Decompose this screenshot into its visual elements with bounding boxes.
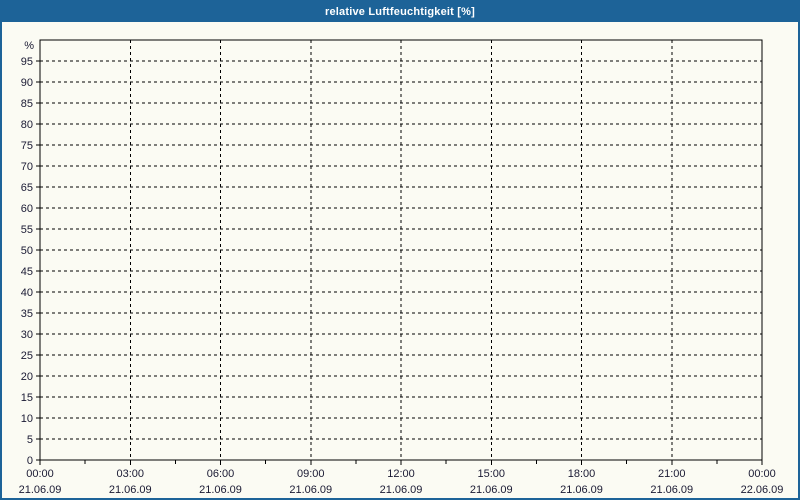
x-time-label: 00:00 bbox=[26, 468, 54, 480]
x-date-label: 21.06.09 bbox=[470, 484, 513, 496]
x-time-label: 06:00 bbox=[207, 468, 235, 480]
x-date-label: 21.06.09 bbox=[289, 484, 332, 496]
x-date-label: 21.06.09 bbox=[19, 484, 62, 496]
y-tick-label: 70 bbox=[21, 161, 33, 173]
x-time-label: 18:00 bbox=[568, 468, 596, 480]
x-time-label: 00:00 bbox=[748, 468, 776, 480]
y-tick-label: 95 bbox=[21, 56, 33, 68]
y-tick-label: 35 bbox=[21, 308, 33, 320]
x-time-label: 21:00 bbox=[658, 468, 686, 480]
humidity-chart: 0 5 10 15 20 25 30 35 40 45 50 55 60 65 70 75 80 85 90 95% 0… bbox=[2, 22, 798, 498]
chart-window: relative Luftfeuchtigkeit [%] 0 5 10 15 20 25… bbox=[0, 0, 800, 500]
y-tick-label: 75 bbox=[21, 140, 33, 152]
y-axis-unit-label: % bbox=[24, 40, 34, 52]
y-tick-label: 90 bbox=[21, 77, 33, 89]
x-date-label: 21.06.09 bbox=[109, 484, 152, 496]
y-tick-label: 20 bbox=[21, 371, 33, 383]
window-titlebar: relative Luftfeuchtigkeit [%] bbox=[2, 2, 798, 22]
x-time-label: 12:00 bbox=[387, 468, 415, 480]
x-time-label: 09:00 bbox=[297, 468, 325, 480]
x-time-label: 15:00 bbox=[477, 468, 505, 480]
x-date-label: 21.06.09 bbox=[650, 484, 693, 496]
y-tick-label: 85 bbox=[21, 98, 33, 110]
x-date-label: 21.06.09 bbox=[199, 484, 242, 496]
y-tick-label: 50 bbox=[21, 245, 33, 257]
x-date-label: 21.06.09 bbox=[380, 484, 423, 496]
y-tick-label: 65 bbox=[21, 182, 33, 194]
y-tick-label: 80 bbox=[21, 119, 33, 131]
y-tick-label: 0 bbox=[27, 455, 33, 467]
y-tick-label: 25 bbox=[21, 350, 33, 362]
y-tick-label: 60 bbox=[21, 203, 33, 215]
y-tick-label: 15 bbox=[21, 392, 33, 404]
y-tick-label: 30 bbox=[21, 329, 33, 341]
y-tick-label: 45 bbox=[21, 266, 33, 278]
chart-title: relative Luftfeuchtigkeit [%] bbox=[325, 6, 475, 18]
y-tick-label: 55 bbox=[21, 224, 33, 236]
x-date-label: 22.06.09 bbox=[741, 484, 784, 496]
y-tick-label: 5 bbox=[27, 434, 33, 446]
y-tick-label: 40 bbox=[21, 287, 33, 299]
y-tick-label: 10 bbox=[21, 413, 33, 425]
x-time-label: 03:00 bbox=[116, 468, 144, 480]
chart-area: 0 5 10 15 20 25 30 35 40 45 50 55 60 65 70 75 80 85 90 95% 0… bbox=[2, 22, 798, 498]
x-date-label: 21.06.09 bbox=[560, 484, 603, 496]
